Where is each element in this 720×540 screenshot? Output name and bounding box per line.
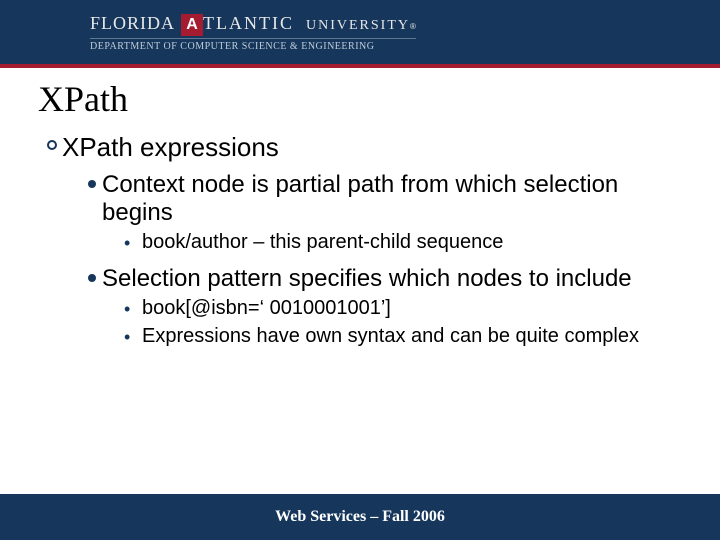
footer-bar: Web Services – Fall 2006 [0,494,720,540]
bullet-open-circle-icon [42,132,62,150]
bullet-disc-icon [82,171,102,188]
bullet-disc-icon [82,265,102,282]
university-logo: FLORIDA A TLANTIC UNIVERSITY ® [90,13,416,36]
lvl2-text: Selection pattern specifies which nodes … [102,265,690,293]
bullet-dot-icon: • [124,297,142,321]
footer-text: Web Services – Fall 2006 [275,508,445,526]
lvl1-text: XPath expressions [62,132,690,163]
content-area: XPath XPath expressions Context node is … [0,68,720,494]
list-item: Context node is partial path from which … [82,171,690,227]
header-bar: FLORIDA A TLANTIC UNIVERSITY ® DEPARTMEN… [0,0,720,64]
list-item: XPath expressions [42,132,690,163]
list-item: • Expressions have own syntax and can be… [124,325,690,349]
slide-title: XPath [38,78,690,120]
list-item: • book[@isbn=‘ 0010001001’] [124,297,690,321]
list-item: • book/author – this parent-child sequen… [124,231,690,255]
registered-icon: ® [410,22,416,31]
divider [90,38,416,39]
logo-text-university: UNIVERSITY [306,18,410,34]
lvl3-text: book/author – this parent-child sequence [142,231,690,254]
bullet-dot-icon: • [124,231,142,255]
logo-text-tlantic: TLANTIC [203,13,294,34]
lvl2-text: Context node is partial path from which … [102,171,690,227]
department-text: DEPARTMENT OF COMPUTER SCIENCE & ENGINEE… [90,41,416,52]
list-item: Selection pattern specifies which nodes … [82,265,690,293]
lvl3-text: Expressions have own syntax and can be q… [142,325,690,348]
header-inner: FLORIDA A TLANTIC UNIVERSITY ® DEPARTMEN… [90,13,416,52]
slide: FLORIDA A TLANTIC UNIVERSITY ® DEPARTMEN… [0,0,720,540]
logo-text-florida: FLORIDA [90,13,175,34]
bullet-dot-icon: • [124,325,142,349]
lvl3-text: book[@isbn=‘ 0010001001’] [142,297,690,320]
logo-a-icon: A [181,14,203,36]
